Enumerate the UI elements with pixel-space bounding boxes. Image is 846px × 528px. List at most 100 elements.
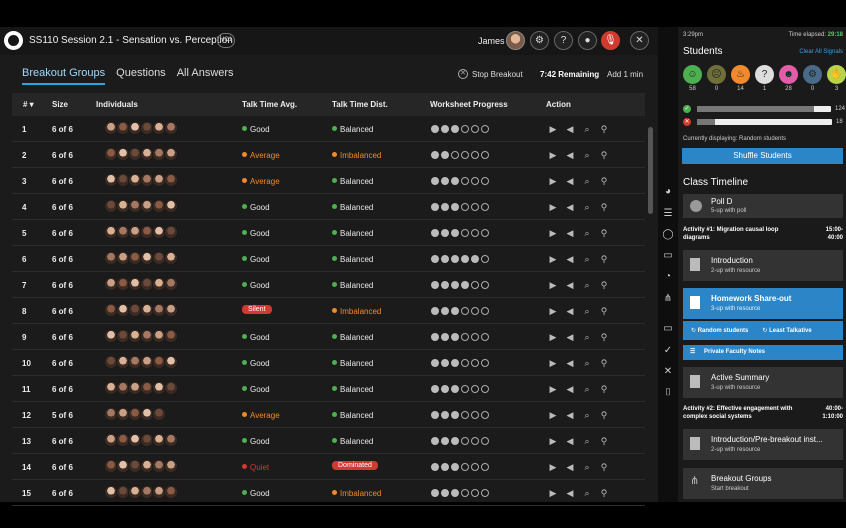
- clear-signals-link[interactable]: Clear All Signals: [799, 49, 843, 55]
- timeline-card-homework[interactable]: Homework Share-out 3-up with resource: [683, 288, 843, 319]
- speaker-icon[interactable]: ◀: [564, 487, 576, 499]
- table-row[interactable]: 1 6 of 6 Good Balanced ▶ ◀ ⌕ ⚲: [12, 116, 645, 142]
- pin-icon[interactable]: ⚲: [598, 305, 610, 317]
- timeline-card-active-summary[interactable]: Active Summary 3-up with resource: [683, 367, 843, 398]
- signal-confused-icon[interactable]: ? 1: [755, 65, 774, 92]
- monitor-icon[interactable]: ▭: [661, 322, 675, 336]
- student-avatar[interactable]: [164, 147, 178, 161]
- search-icon[interactable]: ⌕: [581, 253, 593, 265]
- pin-icon[interactable]: ⚲: [598, 461, 610, 473]
- speaker-icon[interactable]: ◀: [564, 409, 576, 421]
- chat-icon[interactable]: ◯: [661, 228, 675, 242]
- table-row[interactable]: 8 6 of 6 Silent Imbalanced ▶ ◀ ⌕ ⚲: [12, 298, 645, 324]
- signal-neutral-icon[interactable]: ☹ 0: [707, 65, 726, 92]
- search-icon[interactable]: ⌕: [581, 461, 593, 473]
- table-row[interactable]: 2 6 of 6 Average Imbalanced ▶ ◀ ⌕ ⚲: [12, 142, 645, 168]
- add-minute-button[interactable]: Add 1 min: [607, 70, 643, 79]
- close-icon[interactable]: ✕: [661, 365, 675, 379]
- pin-icon[interactable]: ⚲: [598, 175, 610, 187]
- student-avatar[interactable]: [164, 173, 178, 187]
- search-icon[interactable]: ⌕: [581, 305, 593, 317]
- table-row[interactable]: 15 6 of 6 Good Imbalanced ▶ ◀ ⌕ ⚲: [12, 480, 645, 506]
- col-number-header[interactable]: # ▾: [23, 100, 34, 109]
- timeline-card-introduction[interactable]: Introduction 2-up with resource: [683, 250, 843, 281]
- student-avatar[interactable]: [164, 277, 178, 291]
- pin-icon[interactable]: ⚲: [598, 227, 610, 239]
- signal-robot-icon[interactable]: ⚙ 0: [803, 65, 822, 92]
- record-icon[interactable]: ●: [578, 31, 597, 50]
- table-row[interactable]: 11 6 of 6 Good Balanced ▶ ◀ ⌕ ⚲: [12, 376, 645, 402]
- search-icon[interactable]: ⌕: [581, 175, 593, 187]
- tab-all-answers[interactable]: All Answers: [177, 67, 234, 85]
- student-avatar[interactable]: [164, 459, 178, 473]
- shuffle-students-button[interactable]: Shuffle Students: [682, 148, 843, 164]
- settings-gear-icon[interactable]: ⚙: [530, 31, 549, 50]
- pin-icon[interactable]: ⚲: [598, 253, 610, 265]
- search-icon[interactable]: ⌕: [581, 487, 593, 499]
- search-icon[interactable]: ⌕: [581, 149, 593, 161]
- folder-icon[interactable]: ▭: [661, 249, 675, 263]
- student-avatar[interactable]: [164, 225, 178, 239]
- play-icon[interactable]: ▶: [547, 279, 559, 291]
- play-icon[interactable]: ▶: [547, 487, 559, 499]
- table-row[interactable]: 3 6 of 6 Average Balanced ▶ ◀ ⌕ ⚲: [12, 168, 645, 194]
- student-avatar[interactable]: [164, 303, 178, 317]
- play-icon[interactable]: ▶: [547, 253, 559, 265]
- table-row[interactable]: 13 6 of 6 Good Balanced ▶ ◀ ⌕ ⚲: [12, 428, 645, 454]
- speaker-icon[interactable]: ◀: [564, 279, 576, 291]
- pin-icon[interactable]: ⚲: [598, 383, 610, 395]
- student-avatar[interactable]: [164, 329, 178, 343]
- bookmark-icon[interactable]: ⌷: [661, 386, 675, 400]
- pie-chart-icon[interactable]: ◔: [661, 270, 675, 284]
- search-icon[interactable]: ⌕: [581, 201, 593, 213]
- speaker-icon[interactable]: ◀: [564, 149, 576, 161]
- play-icon[interactable]: ▶: [547, 435, 559, 447]
- timeline-card-poll[interactable]: Poll D 5-up with poll: [683, 194, 843, 218]
- help-button[interactable]: ?: [554, 31, 573, 50]
- play-icon[interactable]: ▶: [547, 305, 559, 317]
- search-icon[interactable]: ⌕: [581, 357, 593, 369]
- signal-hand-icon[interactable]: ✋ 3: [827, 65, 846, 92]
- play-icon[interactable]: ▶: [547, 357, 559, 369]
- table-row[interactable]: 10 6 of 6 Good Balanced ▶ ◀ ⌕ ⚲: [12, 350, 645, 376]
- play-icon[interactable]: ▶: [547, 227, 559, 239]
- search-icon[interactable]: ⌕: [581, 435, 593, 447]
- stop-breakout-button[interactable]: ✕ Stop Breakout: [458, 69, 523, 79]
- pin-icon[interactable]: ⚲: [598, 357, 610, 369]
- signal-laugh-icon[interactable]: ☻ 28: [779, 65, 798, 92]
- signal-smile-icon[interactable]: ☺ 58: [683, 65, 702, 92]
- table-row[interactable]: 14 6 of 6 Quiet Dominated ▶ ◀ ⌕ ⚲: [12, 454, 645, 480]
- least-talkative-button[interactable]: ↻ Least Talkative: [762, 327, 811, 334]
- pin-icon[interactable]: ⚲: [598, 201, 610, 213]
- table-scrollbar[interactable]: [648, 127, 653, 214]
- mic-muted-icon[interactable]: 🎙: [601, 31, 620, 50]
- play-icon[interactable]: ▶: [547, 149, 559, 161]
- table-row[interactable]: 9 6 of 6 Good Balanced ▶ ◀ ⌕ ⚲: [12, 324, 645, 350]
- play-icon[interactable]: ▶: [547, 331, 559, 343]
- list-icon[interactable]: ☰: [661, 207, 675, 221]
- speaker-icon[interactable]: ◀: [564, 201, 576, 213]
- pin-icon[interactable]: ⚲: [598, 123, 610, 135]
- speaker-icon[interactable]: ◀: [564, 331, 576, 343]
- student-avatar[interactable]: [152, 407, 166, 421]
- pin-icon[interactable]: ⚲: [598, 279, 610, 291]
- speaker-icon[interactable]: ◀: [564, 435, 576, 447]
- dashboard-icon[interactable]: ◕: [661, 185, 675, 199]
- speaker-icon[interactable]: ◀: [564, 227, 576, 239]
- student-avatar[interactable]: [164, 121, 178, 135]
- pin-icon[interactable]: ⚲: [598, 149, 610, 161]
- table-row[interactable]: 4 6 of 6 Good Balanced ▶ ◀ ⌕ ⚲: [12, 194, 645, 220]
- table-row[interactable]: 5 6 of 6 Good Balanced ▶ ◀ ⌕ ⚲: [12, 220, 645, 246]
- play-icon[interactable]: ▶: [547, 201, 559, 213]
- speaker-icon[interactable]: ◀: [564, 461, 576, 473]
- student-avatar[interactable]: [164, 251, 178, 265]
- speaker-icon[interactable]: ◀: [564, 253, 576, 265]
- timeline-card-breakout-groups[interactable]: ⋔ Breakout Groups Start breakout: [683, 468, 843, 499]
- student-avatar[interactable]: [164, 355, 178, 369]
- pin-icon[interactable]: ⚲: [598, 409, 610, 421]
- signal-fire-icon[interactable]: ♨ 14: [731, 65, 750, 92]
- tab-questions[interactable]: Questions: [116, 67, 166, 85]
- table-row[interactable]: 7 6 of 6 Good Balanced ▶ ◀ ⌕ ⚲: [12, 272, 645, 298]
- table-row[interactable]: 6 6 of 6 Good Balanced ▶ ◀ ⌕ ⚲: [12, 246, 645, 272]
- student-avatar[interactable]: [164, 381, 178, 395]
